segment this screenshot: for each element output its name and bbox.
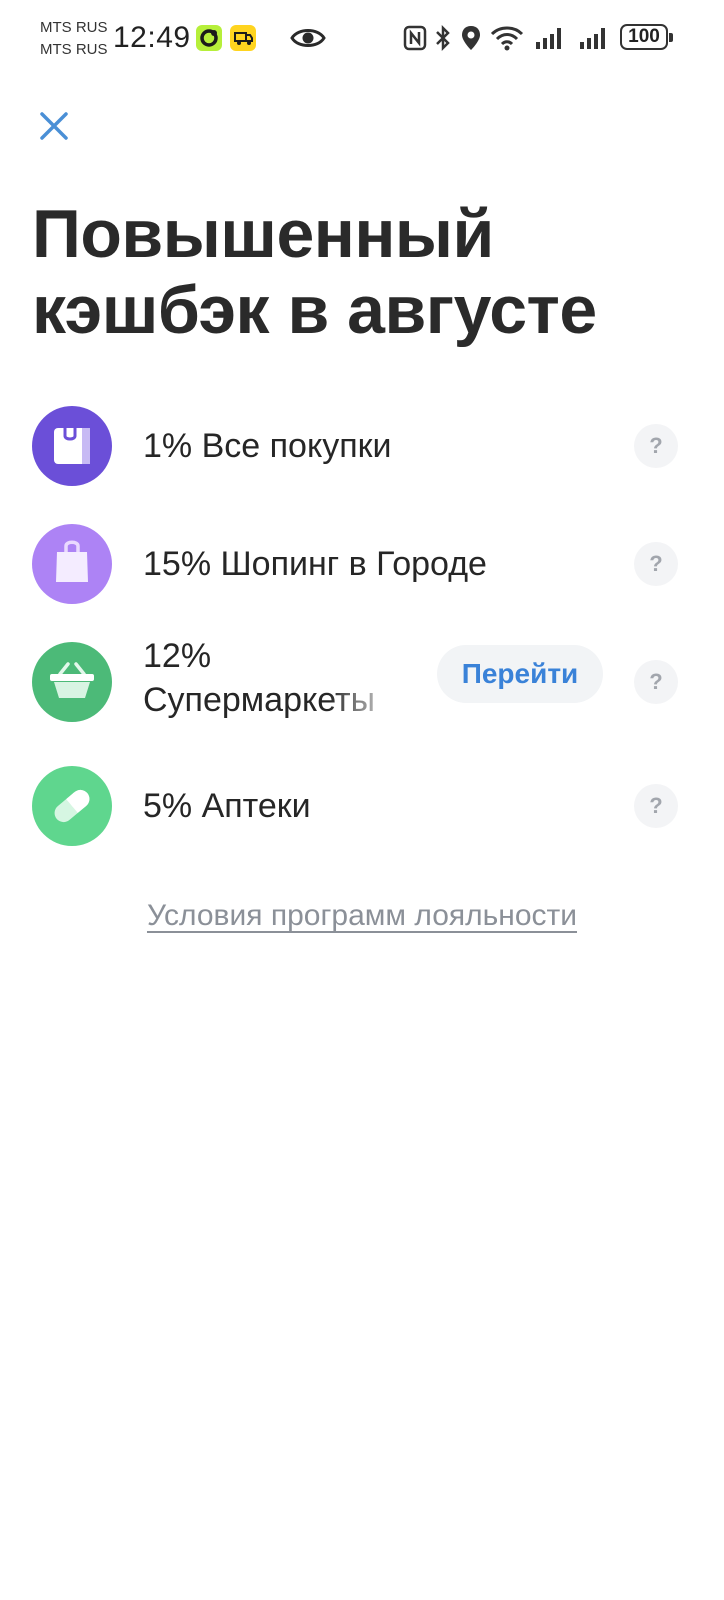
close-icon (40, 112, 68, 140)
loyalty-terms-link[interactable]: Условия программ лояльности (147, 899, 577, 932)
eye-icon (290, 29, 326, 47)
cashback-label: 1% Все покупки (143, 427, 392, 465)
list-item[interactable]: 5% Аптеки ? (0, 758, 724, 858)
pill-icon (32, 766, 112, 846)
shopping-bag-icon (32, 406, 112, 486)
carrier-names: MTS RUS MTS RUS (40, 17, 108, 61)
wifi-icon (490, 26, 524, 51)
page-title: Повышенный кэшбэк в августе (32, 196, 597, 348)
help-button[interactable]: ? (634, 542, 678, 586)
basket-icon (32, 642, 112, 722)
list-item[interactable]: 15% Шопинг в Городе ? (0, 516, 724, 616)
help-button[interactable]: ? (634, 424, 678, 468)
carrier-2: MTS RUS (40, 41, 108, 58)
status-bar: MTS RUS MTS RUS 12:49 100 (0, 0, 724, 80)
tote-bag-icon (32, 524, 112, 604)
battery-indicator: 100 (620, 24, 673, 50)
loyalty-terms-link-row: Условия программ лояльности (0, 896, 724, 936)
status-time: 12:49 (113, 21, 191, 54)
signal-icon (536, 28, 561, 49)
cashback-label: 15% Шопинг в Городе (143, 545, 487, 583)
app-notification-icon (196, 25, 222, 51)
location-icon (462, 26, 480, 50)
signal-icon (580, 28, 605, 49)
carrier-1: MTS RUS (40, 19, 108, 36)
list-item[interactable]: 12% Супермаркеты ? (0, 634, 724, 734)
help-button[interactable]: ? (634, 660, 678, 704)
close-button[interactable] (32, 104, 76, 148)
bluetooth-icon (436, 24, 450, 52)
nfc-icon (403, 25, 427, 51)
cashback-label: 5% Аптеки (143, 787, 311, 825)
list-item[interactable]: 1% Все покупки ? (0, 398, 724, 498)
screen: MTS RUS MTS RUS 12:49 100 Повышенный кэш… (0, 0, 724, 1600)
cashback-label: 12% Супермаркеты (143, 637, 376, 719)
delivery-notification-icon (230, 25, 256, 51)
help-button[interactable]: ? (634, 784, 678, 828)
go-to-supermarkets-button[interactable]: Перейти (437, 645, 603, 703)
